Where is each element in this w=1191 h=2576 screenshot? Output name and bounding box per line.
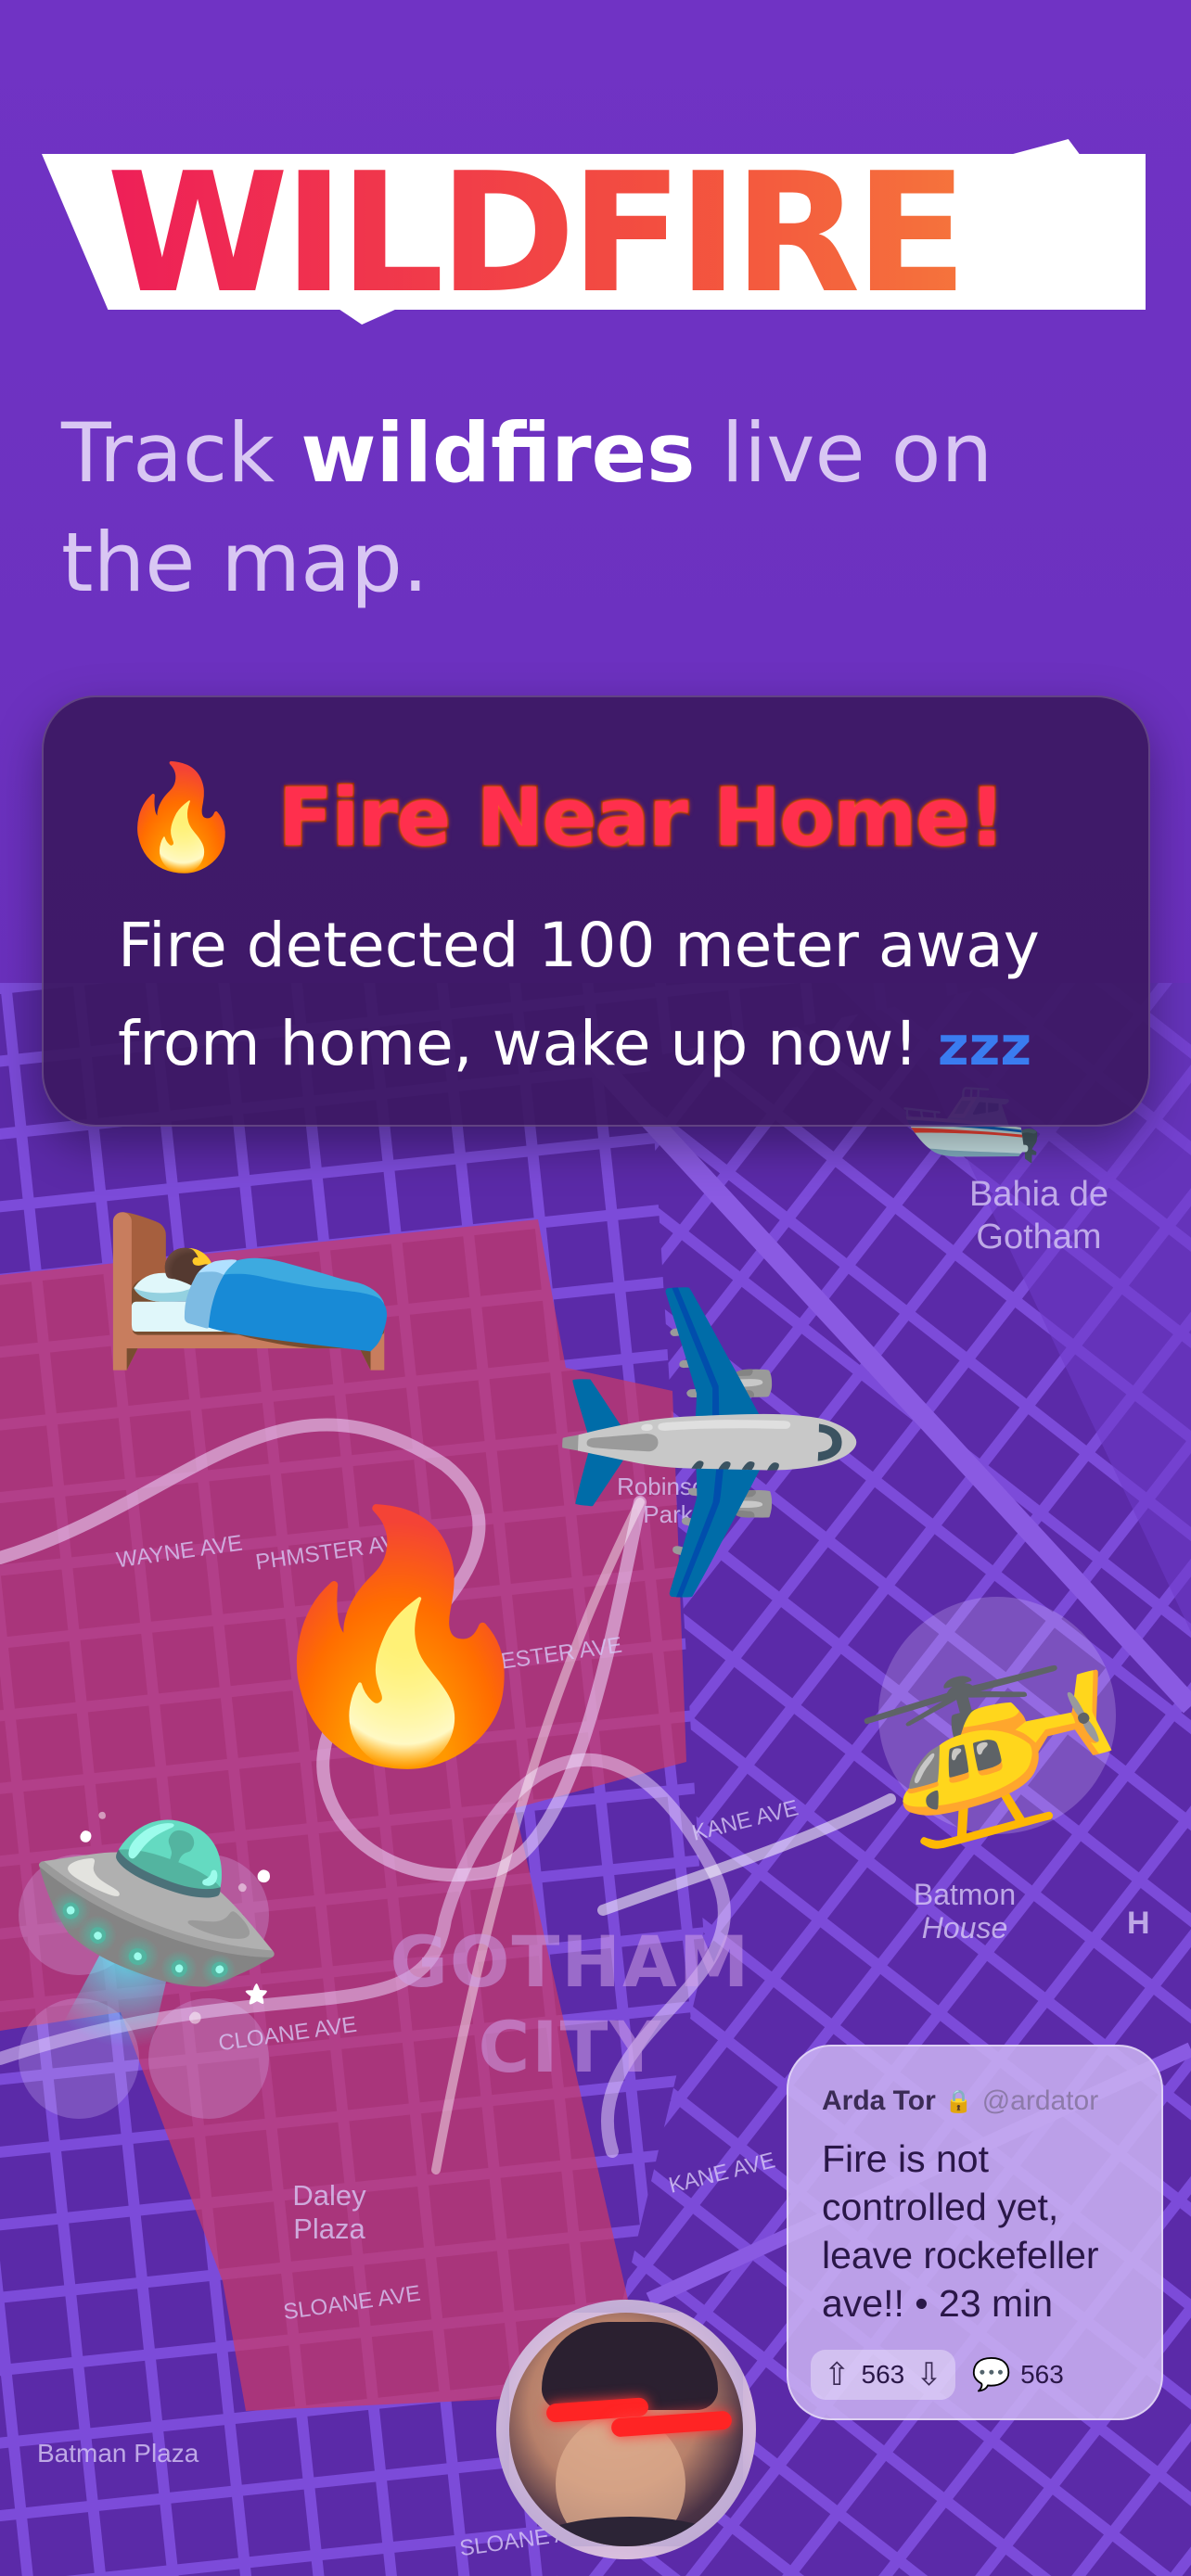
label-batmon-house: Batmon House: [913, 1878, 1017, 1945]
tagline: Track wildfires live on the map.: [61, 399, 1128, 618]
downvote-icon[interactable]: ⇩: [916, 2356, 942, 2393]
tweet-actions: ⇧ 563 ⇩ 💬 563: [811, 2348, 1145, 2402]
bed-sleeping-icon[interactable]: 🛌: [93, 1108, 404, 1358]
tweet-body: Fire is not controlled yet, leave rockef…: [822, 2137, 1099, 2325]
upvote-count: 563: [861, 2360, 905, 2389]
alert-title-row: 🔥 Fire Near Home!: [118, 748, 1007, 887]
tagline-bold: wildfires: [301, 405, 696, 501]
comment-icon: 💬: [971, 2357, 1012, 2392]
label-batman-plaza: Batman Plaza: [37, 2439, 199, 2468]
lock-icon: 🔒: [944, 2088, 973, 2114]
tweet-author-name[interactable]: Arda Tor: [822, 2085, 936, 2117]
tweet-card[interactable]: Arda Tor 🔒 @ardator Fire is not controll…: [787, 2045, 1163, 2420]
fire-alert-notification[interactable]: 🔥 Fire Near Home! Fire detected 100 mete…: [42, 695, 1150, 1127]
fire-icon[interactable]: 🔥: [250, 1516, 551, 1757]
upvote-icon[interactable]: ⇧: [824, 2356, 851, 2393]
alert-body: Fire detected 100 meter away from home, …: [118, 897, 1120, 1095]
tagline-part1: Track: [61, 405, 301, 501]
fire-icon: 🔥: [118, 760, 245, 874]
sleep-icon: zzz: [937, 1014, 1032, 1078]
label-gotham-city: GOTHAM CITY: [390, 1920, 751, 2088]
tweet-author-handle[interactable]: @ardator: [982, 2085, 1099, 2117]
reply-count: 563: [1020, 2360, 1064, 2389]
tweet-header: Arda Tor 🔒 @ardator: [822, 2085, 1098, 2117]
label-daley-plaza: Daley Plaza: [292, 2179, 366, 2245]
drone-icon[interactable]: 🛸: [23, 1822, 288, 2035]
reply-button[interactable]: 💬 563: [972, 2356, 1064, 2393]
avatar[interactable]: [496, 2300, 756, 2559]
vote-pill: ⇧ 563 ⇩: [811, 2350, 955, 2400]
avatar-hair: [542, 2322, 718, 2410]
logo: WILDFIRE: [42, 102, 1146, 325]
label-bahia: Bahia de Gotham: [968, 1175, 1108, 1256]
hospital-marker: H: [1127, 1906, 1150, 1941]
logo-text: WILDFIRE: [107, 150, 1136, 317]
alert-body-text: Fire detected 100 meter away from home, …: [118, 910, 1040, 1079]
alert-title: Fire Near Home!: [276, 770, 1007, 866]
